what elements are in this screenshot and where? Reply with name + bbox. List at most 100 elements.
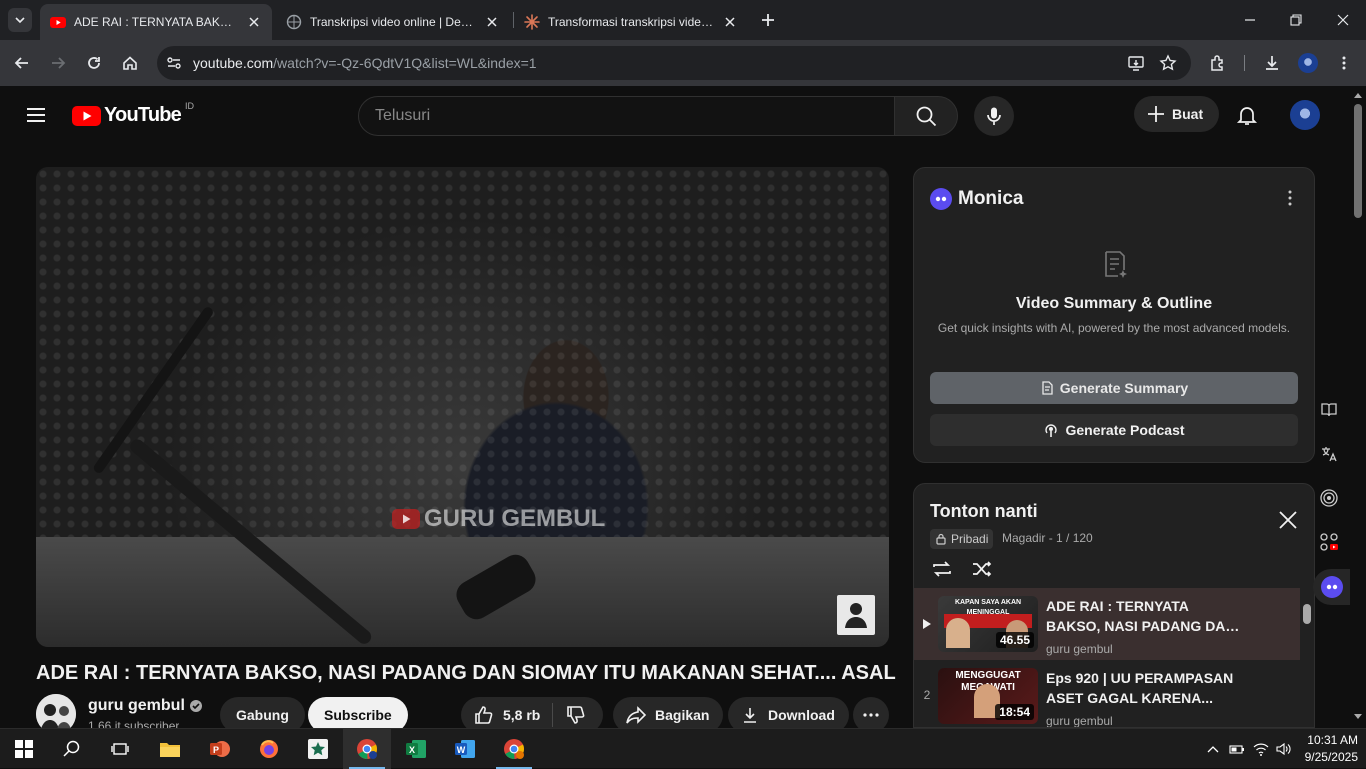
shuffle-icon[interactable]	[970, 557, 994, 581]
browser-tab-youtube[interactable]: ADE RAI : TERNYATA BAKSO, NASI PADANG DA…	[40, 4, 272, 40]
volume-tray-icon[interactable]	[1275, 741, 1293, 757]
guide-menu-button[interactable]	[24, 103, 48, 127]
privacy-label: Pribadi	[951, 532, 989, 546]
playlist-item-title[interactable]: Eps 920 | UU PERAMPASAN ASET GAGAL KAREN…	[1046, 668, 1246, 708]
install-app-icon[interactable]	[1127, 54, 1145, 72]
browser-tab-claude[interactable]: Transformasi transkripsi video m	[514, 4, 748, 40]
close-tab-icon[interactable]	[246, 14, 262, 30]
translate-button[interactable]	[1316, 441, 1342, 467]
playlist-item[interactable]: KAPAN SAYA AKAN MENINGGAL 46.55 ADE RAI …	[914, 588, 1300, 660]
search-button[interactable]	[894, 96, 958, 136]
create-label: Buat	[1172, 106, 1204, 122]
address-bar[interactable]: youtube.com/watch?v=-Qz-6QdtV1Q&list=WL&…	[157, 46, 1191, 80]
monica-logo-icon	[930, 188, 952, 210]
back-button[interactable]	[10, 51, 34, 75]
forward-button[interactable]	[46, 51, 70, 75]
reload-button[interactable]	[82, 51, 106, 75]
home-button[interactable]	[118, 51, 142, 75]
close-icon[interactable]	[1278, 510, 1298, 530]
search-input[interactable]	[375, 107, 894, 125]
playlist-item-thumbnail[interactable]: KAPAN SAYA AKAN MENINGGAL 46.55	[938, 596, 1038, 652]
like-count[interactable]: 5,8 rb	[503, 707, 540, 723]
close-tab-icon[interactable]	[484, 14, 500, 30]
privacy-badge: Pribadi	[930, 529, 994, 549]
channel-name-row[interactable]: guru gembul	[88, 697, 203, 715]
restore-window-button[interactable]	[1284, 8, 1308, 32]
browser-tab-transkripsi[interactable]: Transkripsi video online | Desgn	[276, 4, 510, 40]
browser-menu-button[interactable]	[1332, 51, 1356, 75]
close-window-button[interactable]	[1331, 8, 1355, 32]
playlist-item[interactable]: 2 MENGGUGAT MEGAWATI 18:54 Eps 920 | UU …	[914, 660, 1300, 727]
battery-tray-icon[interactable]	[1228, 741, 1246, 757]
search-field[interactable]	[358, 96, 895, 136]
apps-button[interactable]	[1316, 529, 1342, 555]
task-view-button[interactable]	[96, 729, 144, 769]
monica-subtitle: Get quick insights with AI, powered by t…	[937, 321, 1291, 335]
playlist-scrollbar-thumb[interactable]	[1303, 604, 1311, 624]
profile-button[interactable]	[1296, 51, 1320, 75]
playlist-title[interactable]: Tonton nanti	[930, 501, 1038, 522]
taskbar-clock[interactable]: 10:31 AM 9/25/2025	[1296, 732, 1358, 766]
word-button[interactable]: W	[441, 729, 489, 769]
downloads-button[interactable]	[1260, 51, 1284, 75]
site-settings-icon[interactable]	[166, 55, 182, 71]
pinned-app-button[interactable]	[294, 729, 342, 769]
chrome-button-active[interactable]	[343, 729, 391, 769]
start-button[interactable]	[0, 729, 48, 769]
generate-summary-button[interactable]: Generate Summary	[930, 372, 1298, 404]
tab-search-button[interactable]	[8, 8, 32, 32]
share-icon	[626, 706, 647, 724]
tab-title: ADE RAI : TERNYATA BAKSO, NASI PADANG DA…	[74, 15, 238, 29]
scrollbar-thumb[interactable]	[1354, 104, 1362, 218]
show-hidden-icons-button[interactable]	[1204, 741, 1222, 757]
arrow-right-icon	[52, 57, 66, 69]
generate-podcast-button[interactable]: Generate Podcast	[930, 414, 1298, 446]
loop-icon[interactable]	[930, 557, 954, 581]
play-logo-icon	[392, 509, 420, 529]
taskbar-search-button[interactable]	[48, 729, 96, 769]
notifications-button[interactable]	[1235, 103, 1259, 127]
speaker-icon	[1276, 742, 1291, 756]
playlist-item-index: 2	[923, 688, 931, 702]
scroll-down-icon[interactable]	[1354, 714, 1362, 720]
new-tab-button[interactable]	[758, 10, 778, 30]
channel-branding-badge[interactable]	[837, 595, 875, 635]
youtube-logo[interactable]: YouTube ID	[72, 101, 194, 127]
firefox-button[interactable]	[245, 729, 293, 769]
powerpoint-button[interactable]: P	[196, 729, 244, 769]
voice-search-button[interactable]	[974, 96, 1014, 136]
playlist-item-thumbnail[interactable]: MENGGUGAT MEGAWATI 18:54	[938, 668, 1038, 724]
folder-icon	[160, 743, 180, 757]
thumbs-up-icon[interactable]	[473, 704, 495, 726]
reading-mode-button[interactable]	[1316, 397, 1342, 423]
create-button[interactable]: Buat	[1134, 96, 1220, 132]
file-explorer-button[interactable]	[146, 729, 194, 769]
close-tab-icon[interactable]	[722, 14, 738, 30]
extensions-button[interactable]	[1206, 51, 1230, 75]
svg-text:X: X	[409, 745, 415, 755]
url-host: youtube.com	[193, 55, 274, 71]
network-tray-icon[interactable]	[1252, 741, 1270, 757]
playlist-item-title[interactable]: ADE RAI : TERNYATA BAKSO, NASI PADANG DA…	[1046, 596, 1246, 636]
lock-icon	[936, 533, 946, 545]
channel-watermark: GURU GEMBUL	[392, 505, 605, 533]
kebab-menu-icon[interactable]	[1288, 190, 1292, 206]
podcast-sidebar-button[interactable]	[1316, 485, 1342, 511]
thumbs-down-icon[interactable]	[565, 704, 587, 726]
excel-button[interactable]: X	[392, 729, 440, 769]
monica-heading: Video Summary & Outline	[1015, 295, 1213, 312]
scroll-up-icon[interactable]	[1354, 92, 1362, 98]
page-scrollbar[interactable]	[1350, 86, 1366, 728]
windows-taskbar: P X W 10:31 AM 9/25/2025	[0, 728, 1366, 769]
monica-launcher-button[interactable]	[1313, 569, 1350, 605]
minimize-window-button[interactable]	[1238, 8, 1262, 32]
bookmark-star-icon[interactable]	[1159, 54, 1177, 72]
chrome-profile-button[interactable]	[490, 729, 538, 769]
video-player[interactable]: GURU GEMBUL	[36, 167, 889, 647]
firefox-icon	[260, 740, 278, 758]
account-avatar[interactable]	[1290, 100, 1320, 130]
channel-name[interactable]: guru gembul	[88, 697, 185, 715]
youtube-icon	[50, 17, 66, 28]
svg-text:W: W	[457, 745, 466, 755]
search-icon	[63, 740, 80, 757]
